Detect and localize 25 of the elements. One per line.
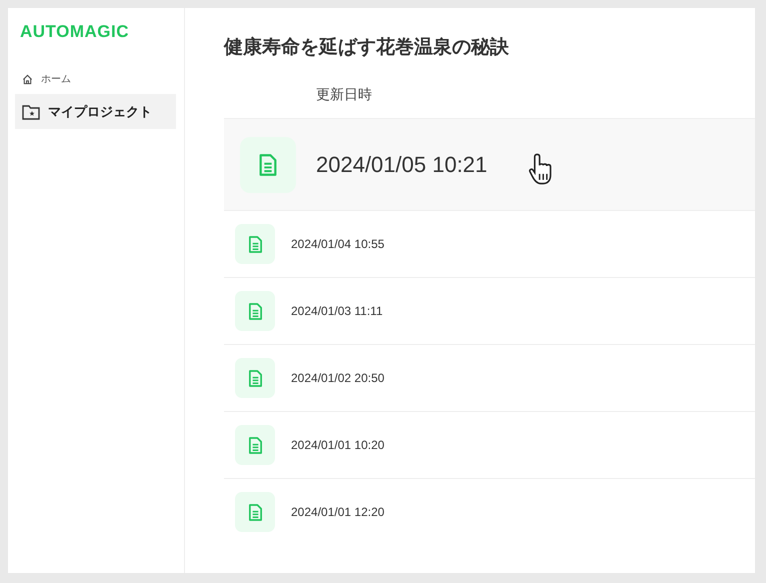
document-icon <box>235 358 275 398</box>
document-icon <box>240 136 296 192</box>
document-icon <box>235 224 275 264</box>
document-row[interactable]: 2024/01/04 10:55 <box>224 210 755 277</box>
updated-date: 2024/01/02 20:50 <box>291 371 384 385</box>
document-icon <box>235 492 275 532</box>
logo: AUTOMAGIC <box>20 22 130 42</box>
updated-date: 2024/01/05 10:21 <box>316 152 488 178</box>
document-icon <box>235 291 275 331</box>
document-icon <box>235 425 275 465</box>
updated-date: 2024/01/03 11:11 <box>291 304 383 318</box>
document-row[interactable]: 2024/01/03 11:11 <box>224 277 755 344</box>
folder-star-icon <box>22 104 40 120</box>
document-row[interactable]: 2024/01/01 10:20 <box>224 411 755 478</box>
nav-item[interactable]: マイプロジェクト <box>15 94 176 129</box>
document-row[interactable]: 2024/01/01 12:20 <box>224 478 755 545</box>
updated-date: 2024/01/04 10:55 <box>291 237 384 251</box>
nav-item[interactable]: ホーム <box>15 68 176 90</box>
page-title: 健康寿命を延ばす花巻温泉の秘訣 <box>224 35 510 60</box>
document-row[interactable]: 2024/01/02 20:50 <box>224 344 755 411</box>
document-row[interactable]: 2024/01/05 10:21 <box>224 118 755 210</box>
column-header: 更新日時 <box>316 86 372 104</box>
home-icon <box>22 74 33 84</box>
updated-date: 2024/01/01 12:20 <box>291 505 384 519</box>
updated-date: 2024/01/01 10:20 <box>291 438 384 452</box>
